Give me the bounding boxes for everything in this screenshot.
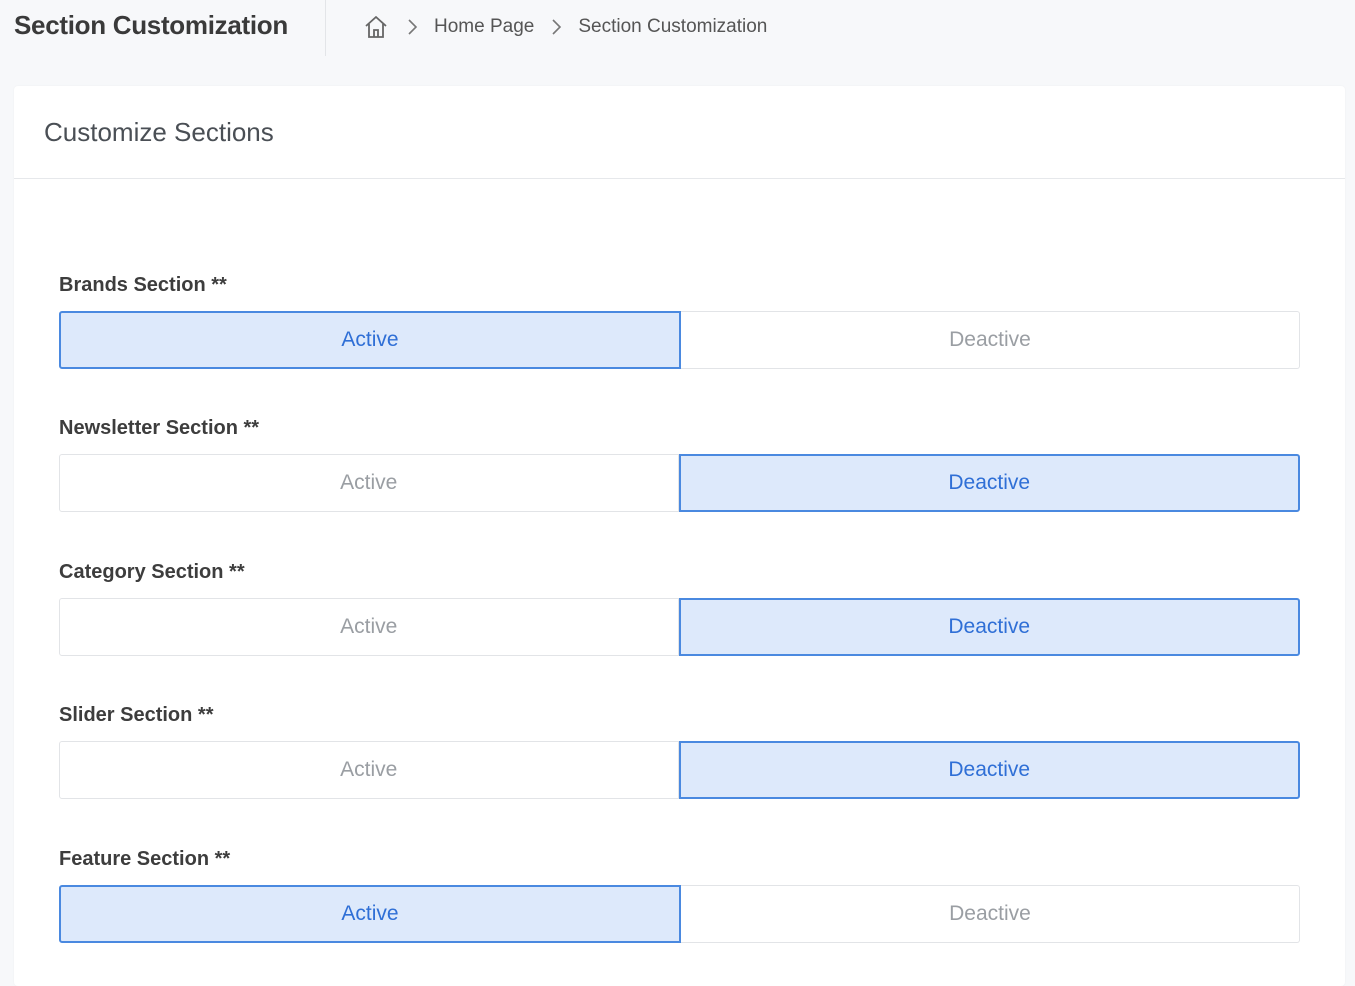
- section-label: Feature Section **: [59, 848, 231, 870]
- slider-section-toggle: Active Deactive: [59, 741, 1300, 799]
- newsletter-active-option[interactable]: Active: [59, 454, 679, 512]
- newsletter-deactive-option[interactable]: Deactive: [678, 454, 1300, 512]
- feature-section-toggle: Active Deactive: [59, 885, 1300, 943]
- slider-section: Slider Section ** Active Deactive: [59, 700, 1300, 799]
- card-header: Customize Sections: [14, 86, 1345, 179]
- feature-deactive-option[interactable]: Deactive: [681, 885, 1300, 943]
- breadcrumb-link-home-page[interactable]: Home Page: [434, 16, 534, 38]
- brands-deactive-option[interactable]: Deactive: [681, 311, 1300, 369]
- section-label: Newsletter Section **: [59, 417, 260, 439]
- newsletter-section: Newsletter Section ** Active Deactive: [59, 413, 1300, 512]
- section-label: Slider Section **: [59, 704, 214, 726]
- feature-section: Feature Section ** Active Deactive: [59, 844, 1300, 943]
- slider-active-option[interactable]: Active: [59, 741, 679, 799]
- card-title: Customize Sections: [44, 116, 274, 147]
- brands-active-option[interactable]: Active: [59, 311, 681, 369]
- category-section-toggle: Active Deactive: [59, 598, 1300, 656]
- brands-section: Brands Section ** Active Deactive: [59, 270, 1300, 369]
- section-label: Category Section **: [59, 561, 245, 583]
- title-divider: [325, 0, 326, 56]
- chevron-right-icon: [534, 18, 578, 36]
- brands-section-toggle: Active Deactive: [59, 311, 1300, 369]
- slider-deactive-option[interactable]: Deactive: [678, 741, 1300, 799]
- customize-sections-card: Customize Sections Brands Section ** Act…: [14, 86, 1345, 986]
- feature-active-option[interactable]: Active: [59, 885, 681, 943]
- category-section: Category Section ** Active Deactive: [59, 557, 1300, 656]
- newsletter-section-toggle: Active Deactive: [59, 454, 1300, 512]
- breadcrumb: Home Page Section Customization: [362, 12, 767, 42]
- chevron-right-icon: [390, 18, 434, 36]
- page-title: Section Customization: [14, 10, 288, 40]
- section-label: Brands Section **: [59, 274, 227, 296]
- home-icon[interactable]: [362, 13, 390, 41]
- category-deactive-option[interactable]: Deactive: [678, 598, 1300, 656]
- top-bar: Section Customization Home Page Section …: [0, 0, 1355, 56]
- category-active-option[interactable]: Active: [59, 598, 679, 656]
- breadcrumb-current: Section Customization: [578, 16, 768, 37]
